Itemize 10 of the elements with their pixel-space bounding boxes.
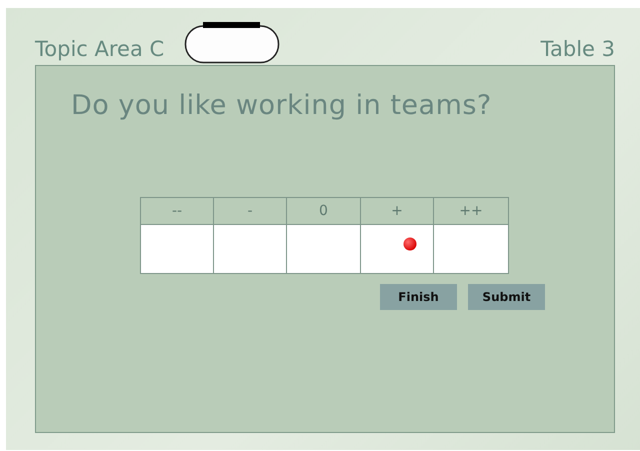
topic-label: Topic Area C	[35, 37, 164, 63]
action-button[interactable]: Finish	[380, 284, 457, 310]
scale-cell[interactable]	[434, 225, 509, 274]
action-button[interactable]: Submit	[468, 284, 545, 310]
table-label: Table 3	[540, 37, 615, 63]
scale-cell[interactable]	[287, 225, 361, 274]
scale-cell[interactable]	[141, 225, 214, 274]
scale-cell[interactable]	[214, 225, 287, 274]
question-text: Do you like working in teams?	[71, 90, 493, 121]
scale-cell[interactable]	[361, 225, 434, 274]
